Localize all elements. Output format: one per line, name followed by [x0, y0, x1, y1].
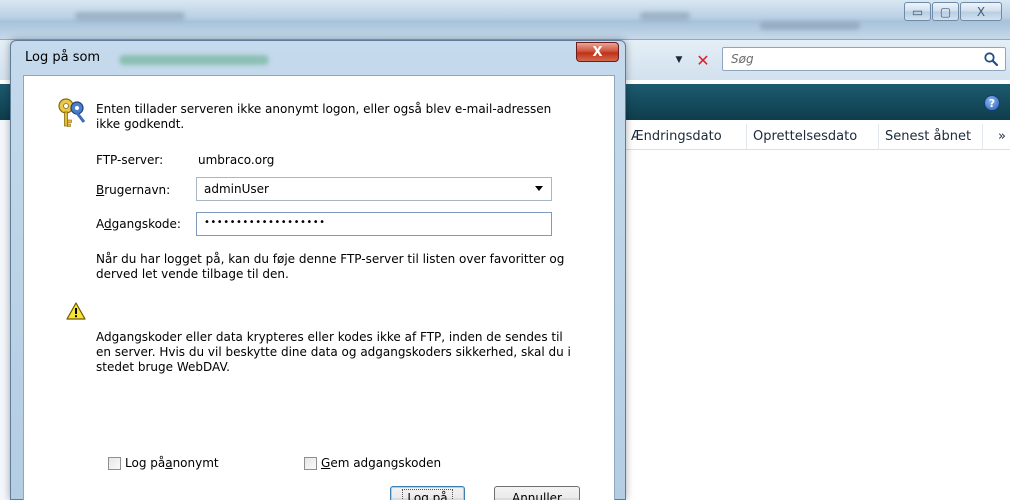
label-part: og på [413, 491, 448, 500]
maximize-button[interactable]: ▢ [932, 2, 959, 21]
username-combobox[interactable]: adminUser [196, 177, 552, 201]
keys-icon [58, 98, 86, 127]
more-columns-button[interactable]: » [998, 124, 1006, 150]
access-key: a [165, 456, 173, 470]
dialog-close-button[interactable]: X [576, 42, 619, 62]
password-label: Adgangskode: [96, 217, 181, 232]
dialog-title: Log på som [25, 50, 101, 65]
label-part: nonymt [172, 456, 219, 470]
favorites-info: Når du har logget på, kan du føje denne … [96, 252, 565, 281]
cancel-button[interactable]: Annuller [494, 486, 580, 500]
blurred-title [640, 12, 690, 20]
window-close-button[interactable]: X [960, 2, 1002, 21]
label-part: Log på [125, 456, 166, 470]
blurred-address [119, 55, 269, 65]
intro-message: Enten tillader serveren ikke anonymt log… [96, 102, 552, 131]
password-field[interactable]: ••••••••••••••••••• [196, 212, 552, 236]
minimize-button[interactable]: ▭ [904, 2, 931, 21]
address-dropdown-button[interactable]: ▼ [668, 49, 690, 71]
search-icon[interactable] [983, 51, 999, 67]
stop-icon: ✕ [696, 50, 710, 70]
help-icon[interactable]: ? [984, 95, 1000, 111]
login-button[interactable]: Log på [390, 486, 465, 500]
blurred-title [75, 12, 185, 20]
blurred-title [760, 22, 860, 30]
checkbox-box[interactable] [108, 456, 121, 470]
access-key: B [96, 183, 105, 197]
search-placeholder: Søg [731, 52, 754, 66]
dialog-body: Enten tillader serveren ikke anonymt log… [23, 75, 615, 500]
stop-button[interactable]: ✕ [692, 49, 714, 71]
ftp-server-value: umbraco.org [198, 153, 275, 167]
login-button-label: Log på [402, 489, 453, 500]
close-icon: X [976, 4, 986, 19]
minimize-icon: ▭ [911, 4, 924, 19]
username-label: Brugernavn: [96, 183, 170, 198]
dialog-titlebar[interactable]: Log på som X [11, 41, 625, 75]
maximize-icon: ▢ [939, 4, 952, 19]
label-part: A [96, 217, 104, 231]
anonymous-login-checkbox[interactable]: Log på a nonymt [108, 456, 219, 470]
access-key: G [321, 456, 331, 470]
column-header-modified[interactable]: Ændringsdato [625, 124, 747, 150]
username-value: adminUser [204, 182, 269, 196]
label-part: em adgangskoden [330, 456, 442, 470]
access-key: d [104, 217, 112, 231]
save-password-checkbox[interactable]: Gem adgangskoden [304, 456, 441, 470]
warning-icon [66, 302, 86, 320]
chevron-down-icon: ▼ [675, 55, 683, 65]
label-part: rugernavn: [104, 183, 171, 197]
checkbox-box[interactable] [304, 456, 317, 470]
column-headers: Ændringsdato Oprettelsesdato Senest åbne… [625, 124, 1010, 150]
explorer-titlebar: ▭ ▢ X [0, 0, 1010, 40]
security-warning: Adgangskoder eller data krypteres eller … [96, 330, 571, 374]
chevron-down-icon[interactable] [535, 186, 543, 191]
label-part: gangskode: [111, 217, 181, 231]
window-controls: ▭ ▢ X [903, 2, 1002, 21]
column-header-accessed[interactable]: Senest åbnet [879, 124, 983, 150]
login-dialog: Log på som X Enten tillader serveren ikk… [10, 40, 626, 500]
column-header-created[interactable]: Oprettelsesdato [747, 124, 879, 150]
close-icon: X [592, 44, 603, 60]
search-input[interactable]: Søg [722, 47, 1006, 71]
ftp-server-label: FTP-server: [96, 153, 164, 167]
